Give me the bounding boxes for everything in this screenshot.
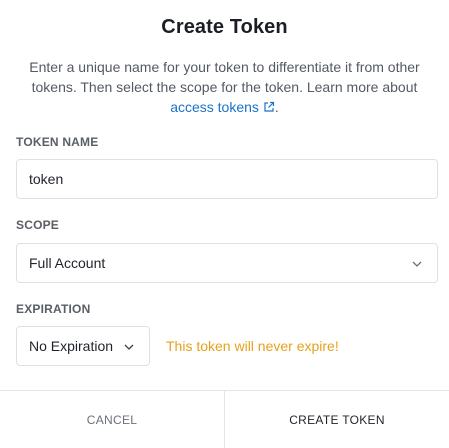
expiration-select[interactable]: No Expiration <box>16 326 150 366</box>
chevron-down-icon <box>412 261 422 267</box>
scope-selected-value: Full Account <box>29 255 106 271</box>
scope-select[interactable]: Full Account <box>16 243 438 283</box>
dialog-description: Enter a unique name for your token to di… <box>22 57 427 117</box>
description-end: . <box>274 99 279 115</box>
expiration-selected-value: No Expiration <box>29 338 114 354</box>
create-token-button[interactable]: CREATE TOKEN <box>225 391 449 448</box>
scope-label: SCOPE <box>16 218 60 232</box>
token-name-input[interactable] <box>29 171 425 187</box>
dialog-title: Create Token <box>161 16 288 38</box>
access-tokens-link[interactable]: access tokens <box>170 99 275 115</box>
token-name-field[interactable] <box>16 159 438 199</box>
external-link-icon <box>264 101 275 112</box>
token-name-label: TOKEN NAME <box>16 135 99 149</box>
expiration-warning: This token will never expire! <box>166 338 339 354</box>
chevron-down-icon <box>124 344 134 350</box>
access-tokens-link-label: access tokens <box>170 99 259 115</box>
expiration-label: EXPIRATION <box>16 302 91 316</box>
description-text: Enter a unique name for your token to di… <box>29 59 420 95</box>
cancel-button[interactable]: CANCEL <box>0 391 225 448</box>
dialog-footer: CANCEL CREATE TOKEN <box>0 390 449 448</box>
